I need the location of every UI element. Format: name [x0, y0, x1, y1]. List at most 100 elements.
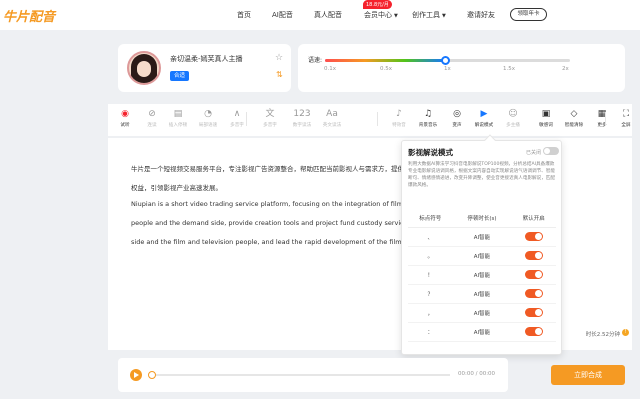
pinyin-icon: 文 — [265, 109, 275, 119]
table-row: ？ AI智能 — [408, 284, 556, 304]
pause-duration[interactable]: AI智能 — [452, 322, 512, 342]
claim-annual-card-button[interactable]: 领取年卡 — [510, 8, 547, 21]
voice-card[interactable]: 亲切温柔-嫣芙真人主播 合适 ☆ ⇅ — [118, 44, 291, 92]
audio-player: 00:00 / 00:00 — [118, 358, 508, 392]
punctuation-symbol: ， — [408, 303, 453, 323]
editor-toolbar: ◉ 试听 ⊘ 连读 ▤ 插入停顿 ◔ 局部语速 ∧ 多音字文多音字 123 数字读法 Aa 英文读法 ♪ 特效… — [108, 104, 632, 136]
toolbar-item-label: 连读 — [147, 123, 157, 128]
toolbar-item[interactable]: ▶ 解说模式 — [470, 108, 498, 128]
toolbar-item-label: 敏感词 — [539, 123, 553, 128]
toolbar-item-label: 插入停顿 — [168, 123, 188, 128]
pause-duration[interactable]: AI智能 — [452, 265, 512, 285]
top-navigation: 牛片配音 首页 AI配音 真人配音 会员中心 ▼ 18.8元/月 创作工具 ▼ 邀请… — [0, 0, 640, 30]
default-on-cell — [511, 246, 556, 266]
logo[interactable]: 牛片配音 — [3, 6, 55, 25]
editor-paragraph: 牛片是一个短视频交易服务平台，专注影视广告资源整合，帮助匹配当前影视人与需求方，… — [131, 165, 446, 173]
default-on-cell — [511, 284, 556, 304]
duration-estimate: 时长2.52分钟 — [585, 332, 620, 338]
punctuation-symbol: 、 — [408, 227, 453, 247]
play-circle-icon: ◉ — [121, 109, 129, 119]
default-on-toggle[interactable] — [524, 232, 543, 241]
toolbar-item[interactable]: 123 数字读法 — [288, 108, 316, 128]
default-on-cell — [511, 303, 556, 323]
narration-mode-popup: 影视解说模式 已关闭 利用大数据AI算法学习抖音电影解说TOP100视频，分析总… — [401, 134, 562, 355]
nav-human-dubbing[interactable]: 真人配音 — [314, 10, 342, 20]
progress-thumb[interactable] — [148, 371, 156, 379]
chevron-down-icon: ▼ — [394, 13, 398, 19]
toolbar-item[interactable]: ◔ 局部语速 — [194, 108, 222, 128]
toolbar-item[interactable]: ♫ 背景音乐 — [414, 108, 442, 128]
nav-member-center[interactable]: 会员中心 ▼ — [364, 10, 398, 20]
narration-icon: ▶ — [480, 109, 488, 119]
eraser-icon: ◇ — [570, 109, 578, 119]
toolbar-item-label: 全屏 — [621, 123, 631, 128]
column-header: 标点符号 — [408, 209, 453, 228]
toolbar-item-label: 变声 — [452, 123, 462, 128]
toolbar-item[interactable]: 文多音字 — [256, 108, 284, 128]
editor-paragraph: 权益，引领影视产业高速发展。 — [131, 184, 222, 192]
default-on-toggle[interactable] — [524, 327, 543, 336]
default-on-cell — [511, 265, 556, 285]
synthesize-button[interactable]: 立即合成 — [551, 365, 625, 385]
toolbar-item[interactable]: ▤ 插入停顿 — [164, 108, 192, 128]
toolbar-item-label: 特效音 — [392, 123, 406, 128]
popup-arrow — [484, 134, 496, 146]
toolbar-item-label: 英文读法 — [322, 123, 342, 128]
toolbar-divider — [605, 112, 606, 126]
link-icon: ⊘ — [148, 109, 156, 119]
insert-pause-icon: ▤ — [173, 109, 183, 119]
speed-tick: 2x — [562, 66, 569, 72]
toolbar-item[interactable]: ⛶ 全屏 — [612, 108, 640, 128]
sound-effect-icon: ♪ — [396, 109, 402, 119]
star-icon[interactable]: ☆ — [275, 53, 283, 63]
nav-ai-dubbing[interactable]: AI配音 — [272, 10, 293, 20]
play-icon[interactable] — [130, 369, 142, 381]
default-on-toggle[interactable] — [524, 308, 543, 317]
english-icon: Aa — [326, 109, 338, 119]
toolbar-item-label: 数字读法 — [292, 123, 312, 128]
speed-slider[interactable] — [325, 56, 570, 65]
pause-duration[interactable]: AI智能 — [452, 303, 512, 323]
speed-tick: 0.1x — [324, 66, 337, 72]
member-price-badge: 18.8元/月 — [363, 0, 392, 9]
pause-duration[interactable]: AI智能 — [452, 227, 512, 247]
toolbar-item[interactable]: Aa 英文读法 — [318, 108, 346, 128]
toolbar-item[interactable]: ▣ 敏感词 — [532, 108, 560, 128]
toolbar-item[interactable]: ☺ 多主播 — [499, 108, 527, 128]
punctuation-table: 标点符号 停顿时长(s) 默认开启 、 AI智能。 AI智能！ AI智能？ AI智能， A… — [408, 209, 556, 342]
column-header: 停顿时长(s) — [452, 209, 512, 228]
pause-duration[interactable]: AI智能 — [452, 246, 512, 266]
swap-icon[interactable]: ⇅ — [276, 70, 283, 79]
toolbar-item[interactable]: ◉ 试听 — [111, 108, 139, 128]
progress-track[interactable] — [150, 374, 450, 376]
default-on-toggle[interactable] — [524, 251, 543, 260]
speed-tick: 0.5x — [380, 66, 393, 72]
toolbar-item[interactable]: ◎ 变声 — [443, 108, 471, 128]
toolbar-item[interactable]: ◇ 智能清除 — [560, 108, 588, 128]
nav-creation-tools[interactable]: 创作工具 ▼ — [412, 10, 446, 20]
narration-mode-toggle[interactable] — [543, 147, 559, 155]
speed-label: 语速: — [308, 57, 323, 64]
default-on-cell — [511, 227, 556, 247]
default-on-toggle[interactable] — [524, 289, 543, 298]
toolbar-item-label: 多音字 — [263, 123, 277, 128]
popup-title: 影视解说模式 — [408, 148, 453, 157]
default-on-toggle[interactable] — [524, 270, 543, 279]
punctuation-symbol: ！ — [408, 265, 453, 285]
speed-tick: 1x — [444, 66, 451, 72]
pause-duration[interactable]: AI智能 — [452, 284, 512, 304]
toolbar-item[interactable]: ♪ 特效音 — [385, 108, 413, 128]
anchor-avatar — [127, 51, 161, 85]
info-icon[interactable]: ! — [622, 329, 629, 336]
speed-slider-thumb[interactable] — [441, 56, 451, 65]
nav-invite-friends[interactable]: 邀请好友 — [467, 10, 495, 20]
toolbar-item-label: 试听 — [120, 123, 130, 128]
voice-change-icon: ◎ — [453, 109, 461, 119]
nav-creation-tools-label: 创作工具 — [412, 11, 440, 19]
table-row: 、 AI智能 — [408, 227, 556, 247]
nav-home[interactable]: 首页 — [237, 10, 251, 20]
toolbar-item[interactable]: ⊘ 连读 — [138, 108, 166, 128]
table-row: 。 AI智能 — [408, 246, 556, 266]
speedometer-icon: ◔ — [204, 109, 212, 119]
toolbar-divider — [377, 112, 378, 126]
